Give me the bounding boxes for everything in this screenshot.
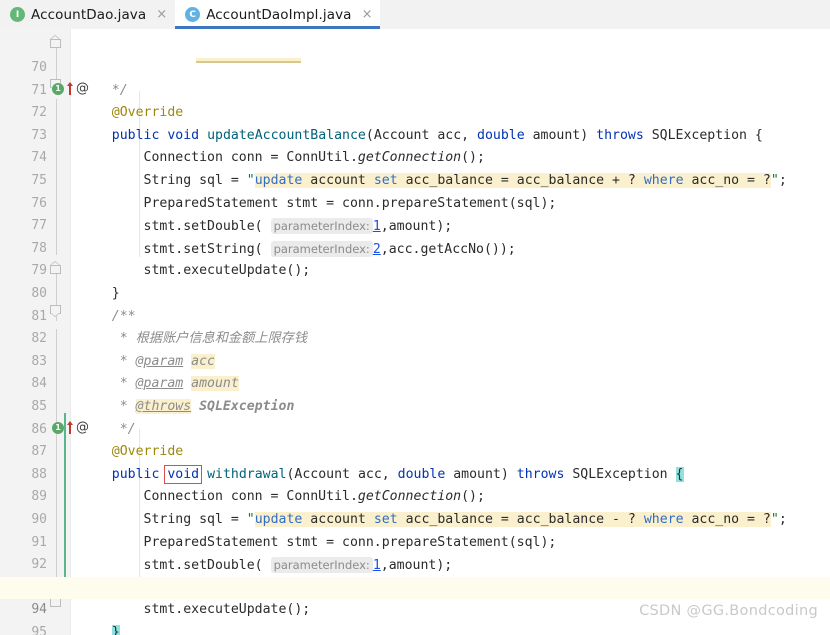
ide-window: I AccountDao.java × C AccountDaoImpl.jav… — [0, 0, 830, 635]
code-line[interactable]: 85 */ — [0, 373, 830, 437]
code-editor[interactable]: 1 @ 1 @ 70 */ 71 @Override 72 public voi… — [0, 29, 830, 635]
code-line[interactable]: 91 stmt.setDouble( parameterIndex: 1,amou… — [0, 509, 830, 574]
code-line[interactable]: 75 PreparedStatement stmt = conn.prepare… — [0, 147, 830, 211]
code-line[interactable]: 74 String sql = "update account set acc_… — [0, 125, 830, 188]
code-line[interactable]: 76 stmt.setDouble( parameterIndex: 1,amou… — [0, 170, 830, 235]
code-line[interactable]: 90 PreparedStatement stmt = conn.prepare… — [0, 486, 830, 550]
matched-brace-highlight: } — [111, 624, 120, 635]
class-icon: C — [185, 7, 201, 22]
code-line[interactable]: 73 Connection conn = ConnUtil.getConnect… — [0, 102, 830, 166]
line-number: 95 — [31, 624, 47, 635]
tab-account-dao[interactable]: I AccountDao.java × — [0, 0, 176, 29]
code-line[interactable]: 84 * @throws SQLException — [0, 351, 830, 414]
line-content: } — [80, 622, 830, 635]
code-line[interactable]: 92 stmt.setString( parameterIndex:2,acc.… — [0, 532, 830, 596]
code-line[interactable]: 93 stmt.executeUpdate(); — [0, 554, 830, 618]
code-line[interactable]: 71 @Override — [0, 57, 830, 121]
code-line[interactable]: 82 * @param acc — [0, 306, 830, 369]
code-line[interactable]: 79 } — [0, 238, 830, 301]
code-line[interactable]: 81 * 根据账户信息和金额上限存钱 — [0, 283, 830, 347]
code-line[interactable]: 83 * @param amount — [0, 328, 830, 392]
code-line[interactable]: 86 @Override — [0, 396, 830, 460]
code-line[interactable]: 70 */ — [0, 34, 830, 98]
tab-account-dao-impl[interactable]: C AccountDaoImpl.java × — [175, 0, 381, 29]
code-line[interactable]: 72 public void updateAccountBalance(Acco… — [0, 80, 830, 143]
watermark: CSDN @GG.Bondcoding — [639, 603, 818, 619]
editor-tab-bar: I AccountDao.java × C AccountDaoImpl.jav… — [0, 0, 830, 29]
close-icon[interactable]: × — [156, 8, 167, 21]
code-line[interactable]: 77 stmt.setString( parameterIndex: 2,acc.… — [0, 193, 830, 257]
code-line[interactable]: 80 /** — [0, 260, 830, 324]
code-line[interactable]: 89 String sql = "update account set acc_… — [0, 464, 830, 527]
code-line[interactable]: 78 stmt.executeUpdate(); — [0, 215, 830, 279]
interface-icon: I — [10, 7, 25, 22]
code-line[interactable]: 88 Connection conn = ConnUtil.getConnect… — [0, 441, 830, 505]
code-line[interactable]: 87 public void withdrawal(Account acc, d… — [0, 419, 830, 484]
close-icon[interactable]: × — [362, 8, 373, 21]
tab-label: AccountDaoImpl.java — [206, 6, 352, 23]
tab-label: AccountDao.java — [31, 6, 147, 23]
code-line-caret[interactable]: 94 } — [0, 576, 830, 635]
